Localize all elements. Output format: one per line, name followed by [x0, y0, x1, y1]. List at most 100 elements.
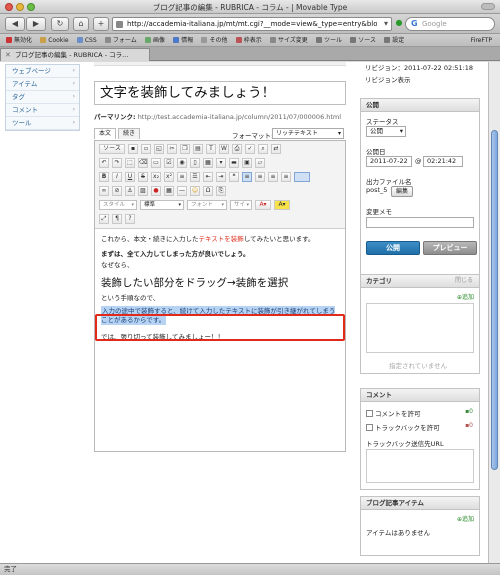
- find-icon[interactable]: ⌕: [258, 144, 268, 154]
- paste-word-icon[interactable]: W: [219, 144, 229, 154]
- toolbar-toggle-button[interactable]: [481, 3, 495, 10]
- image-icon[interactable]: ▨: [138, 186, 148, 196]
- category-close-link[interactable]: 閉じる: [455, 275, 473, 287]
- close-tab-icon[interactable]: ✕: [5, 49, 11, 61]
- vertical-scrollbar[interactable]: [488, 62, 500, 563]
- edit-filename-button[interactable]: 編集: [391, 186, 414, 197]
- paragraph-format-select[interactable]: 標準 ▾: [140, 200, 184, 210]
- search-input[interactable]: G Google: [405, 17, 495, 31]
- print-icon[interactable]: ⎙: [232, 144, 242, 154]
- reload-button[interactable]: ↻: [51, 17, 69, 31]
- sidebar-item-comments[interactable]: コメント ›: [6, 104, 79, 117]
- select-all-icon[interactable]: ⬚: [125, 158, 135, 168]
- align-right-icon[interactable]: ≡: [268, 172, 278, 182]
- smiley-icon[interactable]: ☺: [190, 186, 200, 196]
- tab-body[interactable]: 本文: [94, 128, 116, 139]
- sidebar-item-assets[interactable]: アイテム ›: [6, 78, 79, 91]
- bookmark-info[interactable]: 情報: [173, 34, 193, 46]
- paste-text-icon[interactable]: T: [206, 144, 216, 154]
- form-icon[interactable]: ▭: [151, 158, 161, 168]
- about-icon[interactable]: ?: [125, 214, 135, 224]
- publish-time-input[interactable]: 02:21:42: [423, 156, 463, 167]
- bullet-list-icon[interactable]: ☰: [190, 172, 200, 182]
- sidebar-item-tags[interactable]: タグ ›: [6, 91, 79, 104]
- color-swatch[interactable]: [294, 172, 310, 182]
- superscript-icon[interactable]: x²: [164, 172, 174, 182]
- bookmark-misc[interactable]: その他: [201, 34, 227, 46]
- image-button-icon[interactable]: ▣: [242, 158, 252, 168]
- textfield-icon[interactable]: ▯: [190, 158, 200, 168]
- change-memo-input[interactable]: [366, 217, 474, 228]
- align-left-icon[interactable]: ≡: [242, 172, 252, 182]
- background-color-icon[interactable]: A▾: [274, 200, 290, 210]
- bookmark-outline[interactable]: 枠表示: [235, 34, 262, 46]
- align-center-icon[interactable]: ≡: [255, 172, 265, 182]
- anchor-icon[interactable]: ⚓: [125, 186, 135, 196]
- bookmark-tools[interactable]: ツール: [316, 34, 342, 46]
- scrollbar-thumb[interactable]: [491, 130, 498, 470]
- bookmark-source[interactable]: ソース: [350, 34, 376, 46]
- maximize-icon[interactable]: ⤢: [99, 214, 109, 224]
- category-list[interactable]: [366, 303, 474, 353]
- style-select[interactable]: スタイル ▾: [99, 200, 137, 210]
- category-add-link[interactable]: ⊕追加: [457, 292, 474, 301]
- italic-icon[interactable]: I: [112, 172, 122, 182]
- new-page-icon[interactable]: ▫: [141, 144, 151, 154]
- subscript-icon[interactable]: x₂: [151, 172, 161, 182]
- bookmark-settings[interactable]: 設定: [384, 34, 404, 46]
- url-history-icon[interactable]: ▾: [384, 19, 388, 28]
- remove-format-icon[interactable]: ⌫: [138, 158, 148, 168]
- link-icon[interactable]: ∞: [99, 186, 109, 196]
- allow-comments-checkbox[interactable]: [366, 410, 373, 417]
- format-select[interactable]: リッチテキスト ▾: [272, 128, 344, 139]
- outdent-icon[interactable]: ⇤: [203, 172, 213, 182]
- bookmark-cookie[interactable]: Cookie: [40, 34, 69, 46]
- permalink-url[interactable]: http://test.accademia-italiana.jp/column…: [138, 113, 341, 121]
- text-color-icon[interactable]: A▾: [255, 200, 271, 210]
- strikethrough-icon[interactable]: S: [138, 172, 148, 182]
- show-blocks-icon[interactable]: ¶: [112, 214, 122, 224]
- page-break-icon[interactable]: ⎘: [216, 186, 226, 196]
- font-size-select[interactable]: サイ ▾: [230, 200, 252, 210]
- radio-icon[interactable]: ◉: [177, 158, 187, 168]
- trackback-url-input[interactable]: [366, 449, 474, 483]
- justify-icon[interactable]: ≡: [281, 172, 291, 182]
- publish-button[interactable]: 公開: [366, 241, 420, 255]
- paste-icon[interactable]: ▤: [193, 144, 203, 154]
- spellcheck-icon[interactable]: ✓: [245, 144, 255, 154]
- home-icon[interactable]: ⌂: [73, 17, 89, 31]
- bookmark-form[interactable]: フォーム: [104, 34, 137, 46]
- bookmark-css[interactable]: CSS: [76, 34, 97, 46]
- add-bookmark-button[interactable]: +: [93, 17, 109, 31]
- preview-icon[interactable]: ◱: [154, 144, 164, 154]
- hidden-field-icon[interactable]: ▱: [255, 158, 265, 168]
- font-select[interactable]: フォント ▾: [187, 200, 227, 210]
- preview-button[interactable]: プレビュー: [423, 241, 477, 255]
- special-char-icon[interactable]: Ω: [203, 186, 213, 196]
- revision-link[interactable]: リビジョン表示: [365, 74, 411, 84]
- blockquote-icon[interactable]: ❝: [229, 172, 239, 182]
- bookmark-disable[interactable]: 無効化: [6, 34, 32, 46]
- rss-icon[interactable]: ●: [395, 17, 403, 31]
- redo-icon[interactable]: ↷: [112, 158, 122, 168]
- undo-icon[interactable]: ↶: [99, 158, 109, 168]
- table-icon[interactable]: ▦: [164, 186, 174, 196]
- copy-icon[interactable]: ❐: [180, 144, 190, 154]
- textarea-icon[interactable]: ▦: [203, 158, 213, 168]
- allow-trackbacks-row[interactable]: トラックバックを許可: [366, 422, 440, 432]
- indent-icon[interactable]: ⇥: [216, 172, 226, 182]
- save-icon[interactable]: ▪: [128, 144, 138, 154]
- underline-icon[interactable]: U: [125, 172, 135, 182]
- source-button[interactable]: ソース: [99, 144, 125, 154]
- replace-icon[interactable]: ⇄: [271, 144, 281, 154]
- back-button[interactable]: ◀: [5, 17, 25, 31]
- bookmark-resize[interactable]: サイズ変更: [269, 34, 308, 46]
- checkbox-icon[interactable]: ☑: [164, 158, 174, 168]
- fireftp-button[interactable]: FireFTP: [471, 34, 492, 46]
- unlink-icon[interactable]: ⊘: [112, 186, 122, 196]
- entry-title-input[interactable]: 文字を装飾してみましょう！: [94, 81, 346, 105]
- items-add-link[interactable]: ⊕追加: [457, 514, 474, 523]
- button-icon[interactable]: ▬: [229, 158, 239, 168]
- allow-comments-row[interactable]: コメントを許可: [366, 408, 421, 418]
- allow-trackbacks-checkbox[interactable]: [366, 424, 373, 431]
